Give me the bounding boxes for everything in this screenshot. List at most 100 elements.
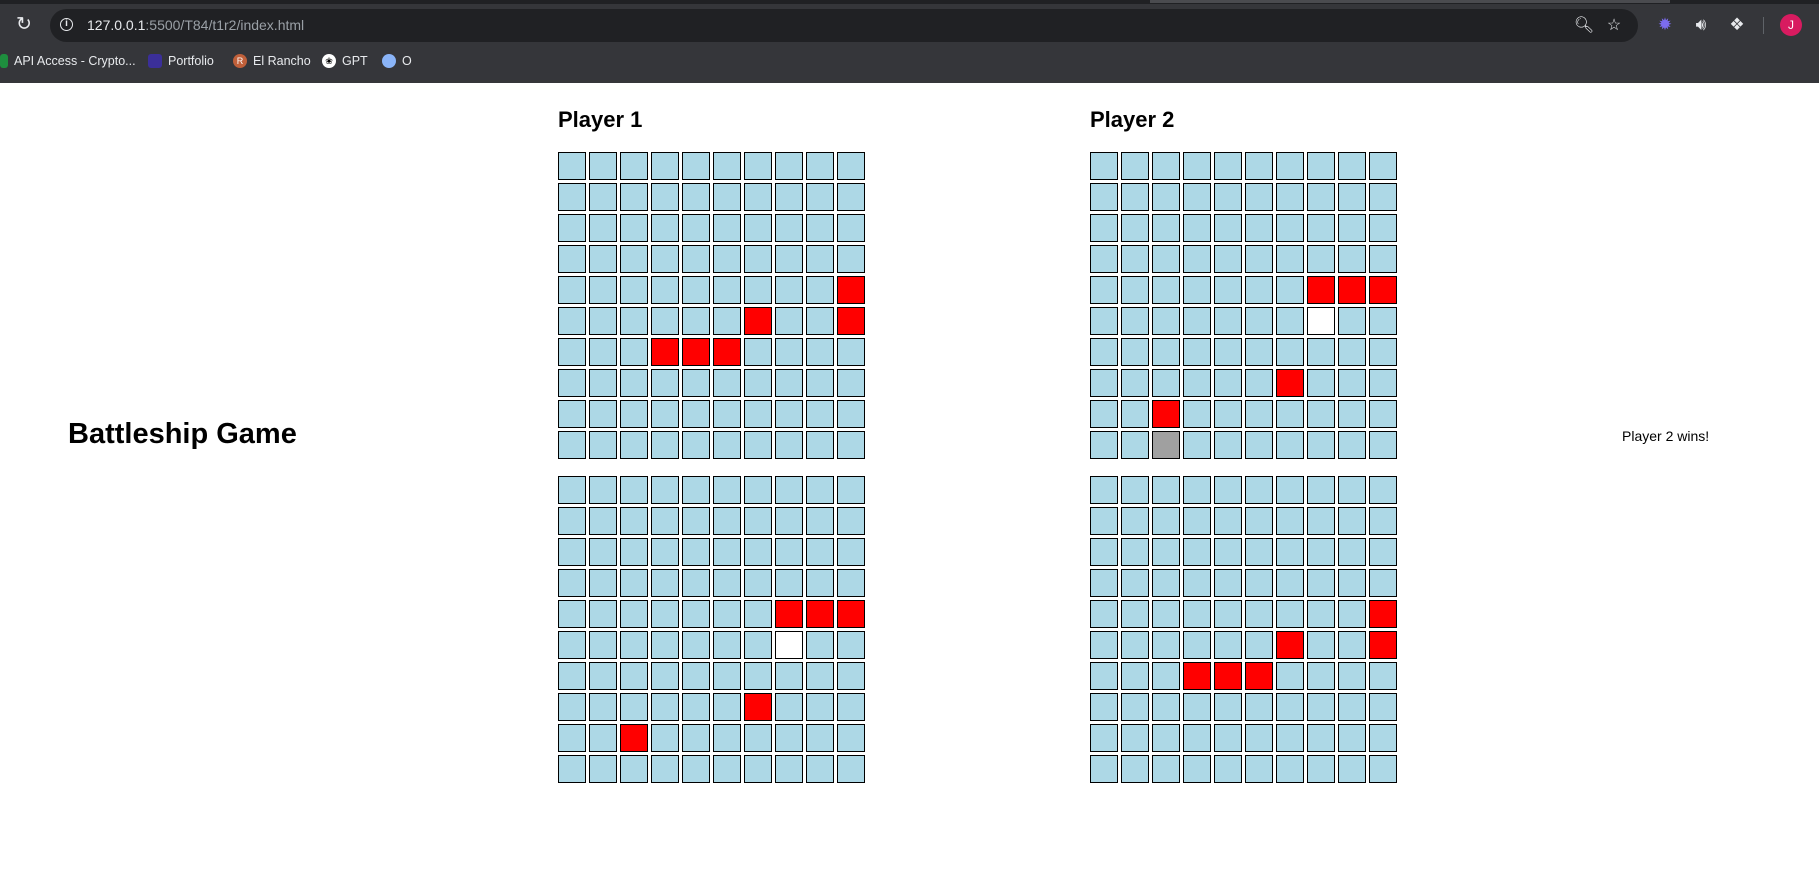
grid-cell-water[interactable] <box>744 755 772 783</box>
grid-cell-water[interactable] <box>1214 276 1242 304</box>
grid-cell-water[interactable] <box>713 631 741 659</box>
grid-cell-water[interactable] <box>1307 755 1335 783</box>
grid-cell-ship[interactable] <box>1152 431 1180 459</box>
grid-cell-water[interactable] <box>775 307 803 335</box>
grid-cell-water[interactable] <box>775 693 803 721</box>
grid-cell-water[interactable] <box>1307 724 1335 752</box>
grid-cell-water[interactable] <box>713 431 741 459</box>
grid-cell-water[interactable] <box>1121 755 1149 783</box>
grid-cell-water[interactable] <box>1152 507 1180 535</box>
grid-cell-water[interactable] <box>775 152 803 180</box>
grid-cell-water[interactable] <box>1369 152 1397 180</box>
grid-cell-water[interactable] <box>1338 431 1366 459</box>
grid-cell-hit[interactable] <box>1369 276 1397 304</box>
grid-cell-water[interactable] <box>1214 183 1242 211</box>
grid-cell-water[interactable] <box>651 569 679 597</box>
grid-cell-water[interactable] <box>1338 600 1366 628</box>
grid-cell-water[interactable] <box>651 400 679 428</box>
grid-cell-water[interactable] <box>1121 693 1149 721</box>
grid-cell-water[interactable] <box>682 724 710 752</box>
grid-cell-water[interactable] <box>682 538 710 566</box>
grid-cell-water[interactable] <box>713 307 741 335</box>
grid-cell-water[interactable] <box>837 569 865 597</box>
grid-cell-miss[interactable] <box>775 631 803 659</box>
grid-cell-water[interactable] <box>620 755 648 783</box>
grid-cell-water[interactable] <box>1369 693 1397 721</box>
grid-cell-water[interactable] <box>620 369 648 397</box>
grid-cell-water[interactable] <box>1338 338 1366 366</box>
grid-cell-water[interactable] <box>620 600 648 628</box>
grid-cell-water[interactable] <box>744 400 772 428</box>
grid-cell-water[interactable] <box>1369 569 1397 597</box>
grid-cell-water[interactable] <box>1090 183 1118 211</box>
grid-cell-hit[interactable] <box>837 276 865 304</box>
grid-cell-water[interactable] <box>713 400 741 428</box>
grid-cell-water[interactable] <box>1369 307 1397 335</box>
bookmark-o[interactable]: O <box>382 49 412 73</box>
grid-cell-water[interactable] <box>1245 569 1273 597</box>
grid-cell-hit[interactable] <box>1307 276 1335 304</box>
grid-cell-water[interactable] <box>1369 724 1397 752</box>
grid-cell-water[interactable] <box>1245 507 1273 535</box>
grid-cell-water[interactable] <box>837 662 865 690</box>
grid-cell-water[interactable] <box>558 307 586 335</box>
grid-cell-water[interactable] <box>1338 476 1366 504</box>
grid-cell-water[interactable] <box>1090 538 1118 566</box>
grid-cell-water[interactable] <box>744 569 772 597</box>
grid-cell-water[interactable] <box>1276 431 1304 459</box>
grid-cell-hit[interactable] <box>713 338 741 366</box>
grid-cell-hit[interactable] <box>837 307 865 335</box>
grid-cell-water[interactable] <box>1090 755 1118 783</box>
grid-cell-water[interactable] <box>589 724 617 752</box>
grid-cell-water[interactable] <box>775 245 803 273</box>
grid-cell-water[interactable] <box>775 183 803 211</box>
grid-cell-water[interactable] <box>1245 307 1273 335</box>
grid-cell-water[interactable] <box>558 338 586 366</box>
grid-cell-water[interactable] <box>1183 369 1211 397</box>
grid-cell-water[interactable] <box>1152 755 1180 783</box>
grid-cell-water[interactable] <box>1183 431 1211 459</box>
grid-cell-water[interactable] <box>620 569 648 597</box>
grid-cell-water[interactable] <box>775 724 803 752</box>
grid-cell-water[interactable] <box>1307 507 1335 535</box>
grid-cell-water[interactable] <box>620 183 648 211</box>
grid-cell-water[interactable] <box>589 538 617 566</box>
grid-cell-water[interactable] <box>1121 338 1149 366</box>
grid-cell-water[interactable] <box>1090 307 1118 335</box>
grid-cell-water[interactable] <box>1276 569 1304 597</box>
grid-cell-water[interactable] <box>1276 724 1304 752</box>
grid-cell-water[interactable] <box>1214 538 1242 566</box>
grid-cell-water[interactable] <box>837 369 865 397</box>
grid-cell-water[interactable] <box>744 476 772 504</box>
grid-cell-water[interactable] <box>1090 369 1118 397</box>
grid-cell-water[interactable] <box>651 245 679 273</box>
grid-cell-water[interactable] <box>837 214 865 242</box>
grid-cell-water[interactable] <box>1338 755 1366 783</box>
grid-cell-hit[interactable] <box>1338 276 1366 304</box>
grid-cell-water[interactable] <box>1121 152 1149 180</box>
grid-cell-water[interactable] <box>589 693 617 721</box>
grid-cell-water[interactable] <box>1152 538 1180 566</box>
grid-cell-water[interactable] <box>1121 476 1149 504</box>
grid-cell-water[interactable] <box>1307 245 1335 273</box>
grid-cell-water[interactable] <box>1152 476 1180 504</box>
grid-cell-water[interactable] <box>1121 369 1149 397</box>
grid-cell-water[interactable] <box>1245 724 1273 752</box>
grid-cell-water[interactable] <box>713 507 741 535</box>
grid-cell-water[interactable] <box>1369 245 1397 273</box>
grid-cell-hit[interactable] <box>1245 662 1273 690</box>
grid-cell-water[interactable] <box>806 369 834 397</box>
grid-cell-water[interactable] <box>713 538 741 566</box>
grid-cell-water[interactable] <box>682 400 710 428</box>
grid-cell-water[interactable] <box>1214 631 1242 659</box>
bookmark-el-rancho[interactable]: R El Rancho <box>233 49 311 73</box>
grid-cell-water[interactable] <box>713 600 741 628</box>
grid-cell-water[interactable] <box>1369 338 1397 366</box>
bookmark-portfolio[interactable]: Portfolio <box>148 49 214 73</box>
grid-cell-water[interactable] <box>651 476 679 504</box>
grid-cell-water[interactable] <box>1369 755 1397 783</box>
grid-cell-water[interactable] <box>775 662 803 690</box>
grid-cell-water[interactable] <box>682 507 710 535</box>
grid-cell-water[interactable] <box>589 307 617 335</box>
grid-cell-water[interactable] <box>1245 400 1273 428</box>
